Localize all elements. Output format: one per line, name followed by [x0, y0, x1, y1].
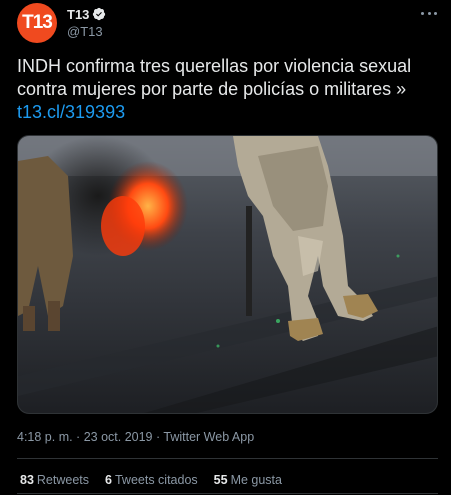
quotes-count: 6 [105, 473, 112, 487]
quotes-label: Tweets citados [114, 473, 198, 487]
retweets-label: Retweets [36, 473, 90, 487]
engagement-stats: 83 Retweets 6 Tweets citados 55 Me gusta [20, 473, 298, 487]
more-options-icon[interactable] [421, 5, 437, 21]
tweet-text-block: INDH confirma tres querellas por violenc… [17, 55, 442, 124]
divider [17, 458, 438, 459]
display-name-row: T13 [67, 5, 367, 23]
author-handle[interactable]: @T13 [67, 24, 367, 39]
avatar[interactable]: T13 [17, 3, 57, 43]
retweets-count: 83 [20, 473, 34, 487]
display-name[interactable]: T13 [67, 7, 89, 22]
likes-label: Me gusta [230, 473, 282, 487]
likes-count: 55 [213, 473, 228, 487]
tweet-link[interactable]: t13.cl/319393 [17, 101, 442, 124]
divider-bottom [17, 493, 438, 494]
verified-badge-icon [92, 7, 106, 21]
avatar-logo: T13 [22, 12, 53, 33]
tweet-text: INDH confirma tres querellas por violenc… [17, 56, 412, 99]
tweet-timestamp[interactable]: 4:18 p. m. · 23 oct. 2019 · Twitter Web … [17, 430, 254, 444]
author-names: T13 @T13 [67, 5, 367, 39]
tweet-card: T13 T13 @T13 INDH confirma tres querella… [0, 0, 451, 495]
likes-stat[interactable]: 55 Me gusta [214, 473, 282, 487]
tweet-media-image[interactable] [17, 135, 438, 414]
tweet-header: T13 T13 @T13 [17, 3, 437, 43]
quotes-stat[interactable]: 6 Tweets citados [105, 473, 198, 487]
retweets-stat[interactable]: 83 Retweets [20, 473, 89, 487]
